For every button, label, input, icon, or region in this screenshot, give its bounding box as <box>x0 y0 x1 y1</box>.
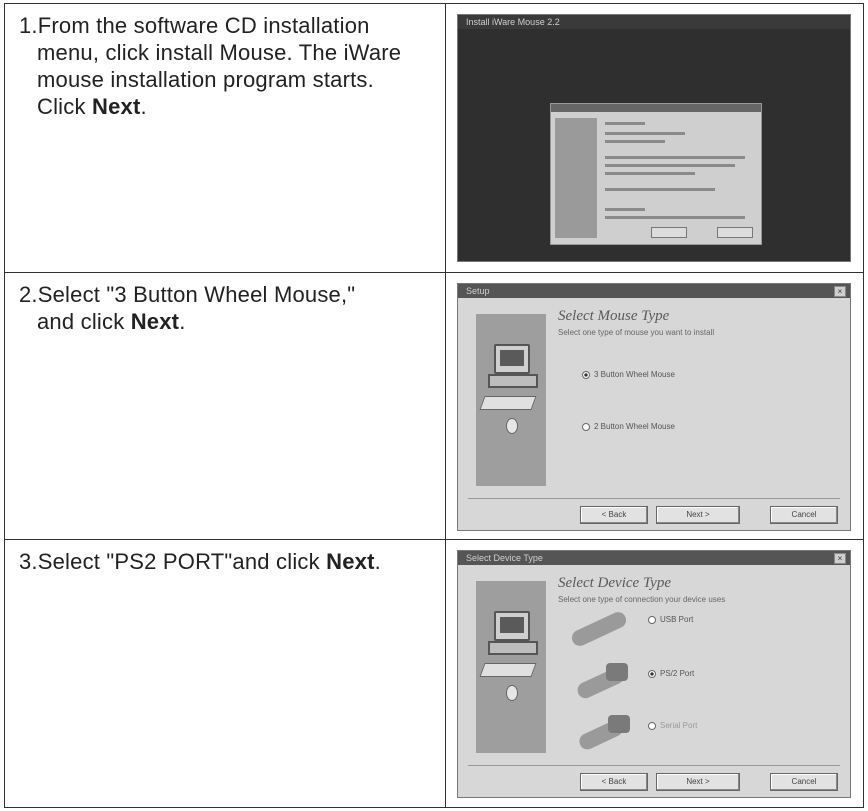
step-row-2: 2.Select "3 Button Wheel Mouse," and cli… <box>5 272 863 539</box>
separator <box>468 765 840 766</box>
screenshot-window-title: Install iWare Mouse 2.2 <box>466 17 560 27</box>
dialog-heading: Select Mouse Type <box>558 308 670 324</box>
step-1-text: 1.From the software CD installation menu… <box>19 12 429 120</box>
option-label: 2 Button Wheel Mouse <box>594 422 675 431</box>
step-2-bold-next: Next <box>130 309 180 334</box>
screenshot-window-title: Setup <box>466 286 490 296</box>
keyboard-icon <box>479 396 537 410</box>
serial-plug-icon <box>608 715 630 733</box>
step-1-line-4: Click Next. <box>19 93 429 120</box>
inner-text-line <box>605 216 745 219</box>
option-2-button-wheel: 2 Button Wheel Mouse <box>582 422 675 431</box>
mouse-icon <box>506 685 518 701</box>
option-3-button-wheel: 3 Button Wheel Mouse <box>582 370 675 379</box>
step-row-3: 3.Select "PS2 PORT"and click Next. Selec… <box>5 539 863 807</box>
inner-text-line <box>605 156 745 159</box>
step-row-1: 1.From the software CD installation menu… <box>5 4 863 272</box>
step-1-screenshot: Install iWare Mouse 2.2 <box>457 14 851 262</box>
mouse-icon <box>506 418 518 434</box>
step-3-text: 3.Select "PS2 PORT"and click Next. <box>19 548 429 575</box>
step-2-suffix: . <box>179 309 186 334</box>
step-3-screenshot: Select Device Type × Select Device Type … <box>457 550 851 798</box>
setup-side-panel <box>476 314 546 486</box>
inner-next-button <box>717 227 753 238</box>
option-label: PS/2 Port <box>660 669 695 678</box>
radio-icon <box>648 721 656 730</box>
screenshot-titlebar: Setup × <box>458 284 850 298</box>
dialog-subtitle: Select one type of connection your devic… <box>558 595 726 604</box>
inner-dialog-side-panel <box>555 118 597 238</box>
step-1-bold-next: Next <box>91 94 141 119</box>
step-2-line-1: 2.Select "3 Button Wheel Mouse," <box>19 282 356 307</box>
computer-icon <box>488 611 538 655</box>
column-divider <box>445 273 446 539</box>
computer-monitor <box>494 611 530 641</box>
close-icon: × <box>834 553 846 564</box>
screenshot-titlebar: Install iWare Mouse 2.2 <box>458 15 850 29</box>
column-divider <box>445 4 446 272</box>
dialog-heading: Select Device Type <box>558 575 671 591</box>
cancel-button-image: Cancel <box>770 773 838 791</box>
back-button-image: < Back <box>580 506 648 524</box>
setup-side-panel <box>476 581 546 753</box>
step-3-suffix: . <box>374 549 381 574</box>
usb-cable-icon <box>569 609 629 649</box>
screenshot-titlebar: Select Device Type × <box>458 551 850 565</box>
computer-icon <box>488 344 538 388</box>
step-1-line-3: mouse installation program starts. <box>37 67 374 92</box>
step-1-line-1: 1.From the software CD installation <box>19 13 370 38</box>
keyboard-icon <box>479 663 537 677</box>
option-label: Serial Port <box>660 721 698 730</box>
step-3-line-1: 3.Select "PS2 PORT"and click Next. <box>19 548 429 575</box>
next-button-image: Next > <box>656 506 740 524</box>
computer-screen <box>500 617 524 633</box>
inner-back-button <box>651 227 687 238</box>
computer-base <box>488 374 538 388</box>
inner-text-line <box>605 122 645 125</box>
inner-text-line <box>605 208 645 211</box>
step-2-line-2: and click Next. <box>19 308 429 335</box>
instruction-table: 1.From the software CD installation menu… <box>4 3 864 808</box>
inner-text-line <box>605 188 715 191</box>
radio-selected-icon <box>582 370 590 379</box>
separator <box>468 498 840 499</box>
ps2-plug-icon <box>606 663 628 681</box>
step-1-suffix: . <box>140 94 147 119</box>
inner-dialog-titlebar <box>551 104 761 112</box>
option-serial-port: Serial Port <box>648 721 697 730</box>
radio-icon <box>582 422 590 431</box>
inner-text-line <box>605 164 735 167</box>
option-label: 3 Button Wheel Mouse <box>594 370 675 379</box>
step-2-text: 2.Select "3 Button Wheel Mouse," and cli… <box>19 281 429 335</box>
computer-base <box>488 641 538 655</box>
radio-selected-icon <box>648 669 656 678</box>
close-icon: × <box>834 286 846 297</box>
dialog-subtitle: Select one type of mouse you want to ins… <box>558 328 715 337</box>
cancel-button-image: Cancel <box>770 506 838 524</box>
step-1-line-2: menu, click install Mouse. The iWare <box>37 40 402 65</box>
step-1-prefix: Click <box>37 94 92 119</box>
inner-text-line <box>605 140 665 143</box>
step-2-screenshot: Setup × Select Mouse Type Select one typ… <box>457 283 851 531</box>
computer-screen <box>500 350 524 366</box>
computer-monitor <box>494 344 530 374</box>
step-3-bold-next: Next <box>326 549 375 574</box>
inner-text-line <box>605 132 685 135</box>
installer-dialog-image <box>550 103 762 245</box>
back-button-image: < Back <box>580 773 648 791</box>
step-3-prefix: 3.Select "PS2 PORT"and click <box>19 549 327 574</box>
next-button-image: Next > <box>656 773 740 791</box>
column-divider <box>445 540 446 807</box>
screenshot-window-title: Select Device Type <box>466 553 543 563</box>
option-label: USB Port <box>660 615 694 624</box>
option-usb-port: USB Port <box>648 615 693 624</box>
radio-icon <box>648 615 656 624</box>
option-ps2-port: PS/2 Port <box>648 669 694 678</box>
step-2-prefix: and click <box>37 309 131 334</box>
inner-text-line <box>605 172 695 175</box>
